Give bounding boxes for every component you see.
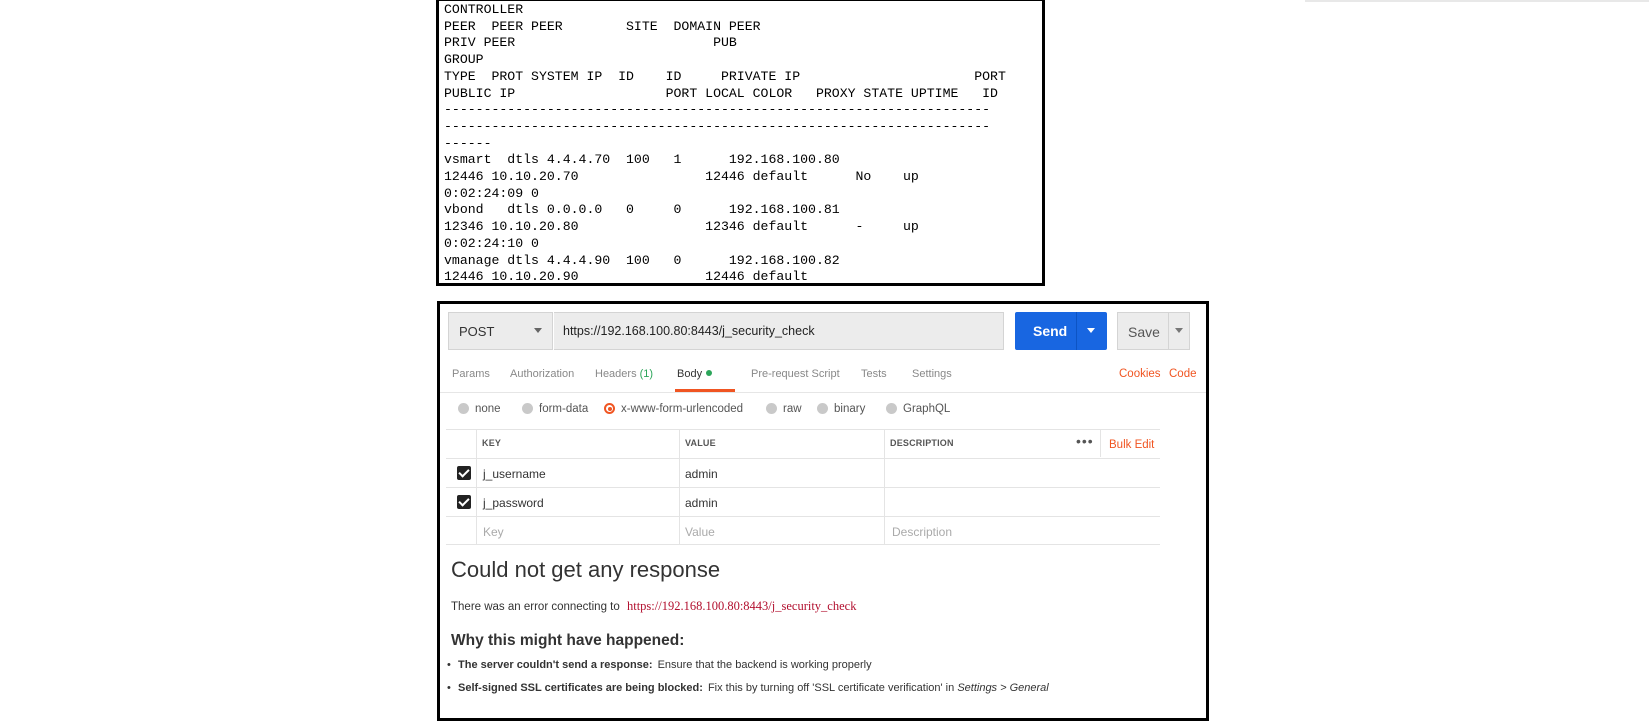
col-header-key: KEY (482, 438, 502, 448)
terminal-output: CONTROLLER PEER PEER PEER SITE DOMAIN PE… (436, 0, 1045, 286)
send-divider (1076, 312, 1077, 350)
col-header-description: DESCRIPTION (890, 438, 954, 448)
new-key-input[interactable]: Key (483, 525, 504, 539)
active-tab-underline (675, 389, 735, 392)
tab-tests[interactable]: Tests (861, 368, 887, 380)
reason-text: Ensure that the backend is working prope… (657, 659, 872, 671)
tab-body-label: Body (677, 368, 703, 380)
table-col-divider (679, 429, 680, 545)
radio-raw[interactable]: raw (766, 403, 802, 415)
key-value-table: KEY VALUE DESCRIPTION ••• Bulk Edit j_us… (446, 429, 1160, 545)
radio-form-data-label: form-data (539, 403, 589, 415)
new-value-input[interactable]: Value (685, 525, 715, 539)
radio-graphql[interactable]: GraphQL (886, 403, 950, 415)
send-button[interactable]: Send (1015, 312, 1107, 350)
table-border (446, 544, 1160, 545)
reason-bold: Self-signed SSL certificates are being b… (458, 682, 703, 694)
radio-selected-icon (604, 403, 615, 414)
more-options-icon[interactable]: ••• (1076, 433, 1094, 449)
body-type-radios: none form-data x-www-form-urlencoded raw… (440, 396, 1206, 424)
tab-headers[interactable]: Headers (1) (595, 368, 653, 380)
url-input[interactable]: https://192.168.100.80:8443/j_security_c… (554, 312, 1004, 350)
table-border (446, 487, 1160, 488)
table-col-divider (884, 429, 885, 545)
radio-icon (817, 403, 828, 414)
new-description-input[interactable]: Description (892, 525, 952, 539)
method-select[interactable]: POST (448, 312, 553, 350)
reason-item: Self-signed SSL certificates are being b… (447, 682, 1049, 694)
reason-bold: The server couldn't send a response: (458, 659, 653, 671)
table-border (446, 516, 1160, 517)
settings-path: Settings > General (957, 682, 1049, 694)
radio-urlencoded-label: x-www-form-urlencoded (621, 403, 744, 415)
radio-none-label: none (475, 403, 501, 415)
table-border (446, 458, 1160, 459)
radio-icon (522, 403, 533, 414)
table-col-divider (476, 429, 477, 545)
row-key-password[interactable]: j_password (483, 496, 544, 510)
radio-icon (766, 403, 777, 414)
radio-binary-label: binary (834, 403, 866, 415)
error-url-link[interactable]: https://192.168.100.80:8443/j_security_c… (627, 599, 857, 613)
save-label: Save (1128, 324, 1160, 340)
tab-authorization[interactable]: Authorization (510, 368, 574, 380)
tab-params[interactable]: Params (452, 368, 490, 380)
radio-none[interactable]: none (458, 403, 501, 415)
chevron-down-icon (534, 328, 542, 333)
cookies-link[interactable]: Cookies (1119, 368, 1161, 380)
row-key-username[interactable]: j_username (483, 467, 546, 481)
radio-form-data[interactable]: form-data (522, 403, 588, 415)
radio-urlencoded[interactable]: x-www-form-urlencoded (604, 403, 743, 415)
table-border (446, 429, 1160, 430)
reason-item: The server couldn't send a response: Ensu… (447, 659, 872, 671)
save-divider (1168, 313, 1169, 349)
radio-graphql-label: GraphQL (903, 403, 951, 415)
row-checkbox-password[interactable] (457, 495, 471, 509)
tab-body[interactable]: Body (677, 368, 713, 380)
reason-text: Fix this by turning off 'SSL certificate… (707, 682, 955, 694)
method-label: POST (459, 324, 495, 339)
send-label: Send (1033, 323, 1068, 339)
radio-icon (458, 403, 469, 414)
postman-panel: POST https://192.168.100.80:8443/j_secur… (437, 301, 1209, 721)
radio-raw-label: raw (783, 403, 802, 415)
table-col-divider (1100, 429, 1101, 457)
url-value: https://192.168.100.80:8443/j_security_c… (563, 324, 815, 338)
save-dropdown-icon[interactable] (1175, 328, 1183, 333)
bulk-edit-link[interactable]: Bulk Edit (1109, 439, 1154, 451)
code-link[interactable]: Code (1169, 368, 1197, 380)
radio-binary[interactable]: binary (817, 403, 865, 415)
terminal-text: CONTROLLER PEER PEER PEER SITE DOMAIN PE… (444, 2, 1006, 285)
radio-icon (886, 403, 897, 414)
col-header-value: VALUE (685, 438, 716, 448)
row-value-password[interactable]: admin (685, 496, 718, 510)
headers-count-badge: (1) (639, 368, 654, 380)
tab-settings[interactable]: Settings (912, 368, 952, 380)
row-value-username[interactable]: admin (685, 467, 718, 481)
top-divider (1305, 0, 1649, 2)
response-error-message: There was an error connecting to https:/… (451, 599, 856, 614)
row-checkbox-username[interactable] (457, 466, 471, 480)
body-indicator-dot (706, 370, 713, 376)
request-tabs: Params Authorization Headers (1) Body Pr… (440, 360, 1206, 393)
tab-prerequest-script[interactable]: Pre-request Script (751, 368, 840, 380)
error-prefix: There was an error connecting to (451, 601, 620, 613)
save-button[interactable]: Save (1117, 312, 1190, 350)
why-heading: Why this might have happened: (451, 632, 685, 649)
response-error-title: Could not get any response (451, 557, 721, 582)
tab-headers-label: Headers (595, 368, 637, 380)
send-dropdown-icon[interactable] (1087, 328, 1095, 333)
